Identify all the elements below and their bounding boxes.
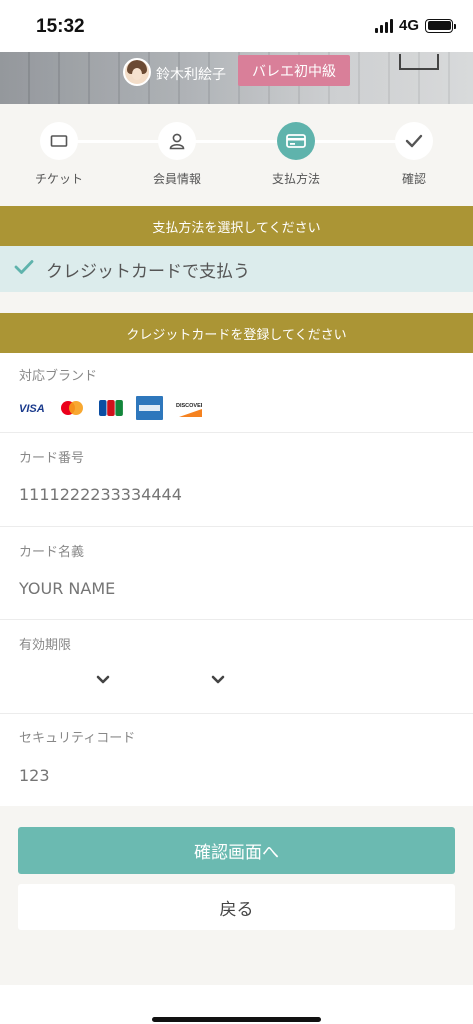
ticket-icon — [40, 122, 78, 160]
teacher-name: 鈴木利絵子 — [156, 67, 226, 83]
discover-icon: DISCOVER — [175, 397, 202, 419]
chevron-down-icon — [211, 670, 225, 689]
signal-icon — [374, 18, 393, 33]
security-code-label: セキュリティコード — [19, 731, 136, 746]
brands-row: 対応ブランド VISA DISCOVER — [0, 353, 473, 433]
status-time: 15:32 — [36, 16, 85, 37]
home-indicator[interactable] — [152, 1017, 321, 1022]
status-indicators: 4G — [374, 17, 456, 34]
status-bar: 15:32 4G — [0, 0, 473, 52]
bottom-bar — [0, 985, 473, 1024]
person-icon — [158, 122, 196, 160]
confirm-button[interactable]: 確認画面へ — [18, 827, 455, 874]
step-confirm: 確認 — [374, 122, 454, 187]
brand-logos: VISA DISCOVER — [19, 396, 202, 420]
step-label: 支払方法 — [271, 172, 320, 186]
expiry-year-select[interactable] — [211, 670, 225, 689]
card-name-row: カード名義 — [0, 527, 473, 620]
mastercard-icon — [58, 397, 85, 419]
visa-icon: VISA — [19, 397, 46, 419]
battery-icon — [425, 18, 456, 33]
credit-card-icon — [277, 122, 315, 160]
teacher-avatar — [123, 58, 151, 86]
card-number-input[interactable] — [19, 485, 449, 504]
network-type: 4G — [398, 17, 419, 34]
payment-option-label: クレジットカードで支払う — [46, 261, 250, 282]
expiry-month-select[interactable] — [96, 670, 110, 689]
class-header: 鈴木利絵子 バレエ初中級 — [0, 52, 473, 104]
progress-stepper: チケット 会員情報 支払方法 確認 — [0, 104, 473, 206]
step-ticket: チケット — [19, 122, 99, 187]
chevron-down-icon — [96, 670, 110, 689]
card-name-label: カード名義 — [19, 545, 85, 560]
brands-label: 対応ブランド — [19, 369, 98, 384]
expiry-label: 有効期限 — [19, 638, 72, 653]
step-label: 確認 — [401, 172, 426, 186]
payment-option-credit-card[interactable]: クレジットカードで支払う — [0, 246, 473, 292]
step-label: 会員情報 — [152, 172, 201, 186]
payment-section-title: 支払方法を選択してください — [0, 206, 473, 246]
stepper-line — [58, 140, 414, 143]
svg-text:DISCOVER: DISCOVER — [176, 403, 202, 409]
step-payment: 支払方法 — [256, 122, 336, 187]
security-code-input[interactable] — [19, 766, 449, 785]
step-label: チケット — [34, 172, 83, 186]
studio-equipment — [399, 54, 439, 70]
card-form: 対応ブランド VISA DISCOVER カード番号 カード名義 有 — [0, 353, 473, 806]
card-section-title: クレジットカードを登録してください — [0, 313, 473, 353]
security-code-row: セキュリティコード — [0, 714, 473, 806]
card-name-input[interactable] — [19, 579, 449, 598]
checkmark-icon — [395, 122, 433, 160]
card-number-label: カード番号 — [19, 451, 85, 466]
class-level-badge: バレエ初中級 — [238, 55, 350, 86]
step-member-info: 会員情報 — [137, 122, 217, 187]
card-number-row: カード番号 — [0, 433, 473, 527]
amex-icon — [136, 396, 163, 420]
expiry-row: 有効期限 — [0, 620, 473, 714]
jcb-icon — [97, 397, 124, 419]
back-button[interactable]: 戻る — [18, 884, 455, 930]
svg-text:VISA: VISA — [19, 403, 45, 414]
checkmark-icon — [14, 259, 34, 279]
